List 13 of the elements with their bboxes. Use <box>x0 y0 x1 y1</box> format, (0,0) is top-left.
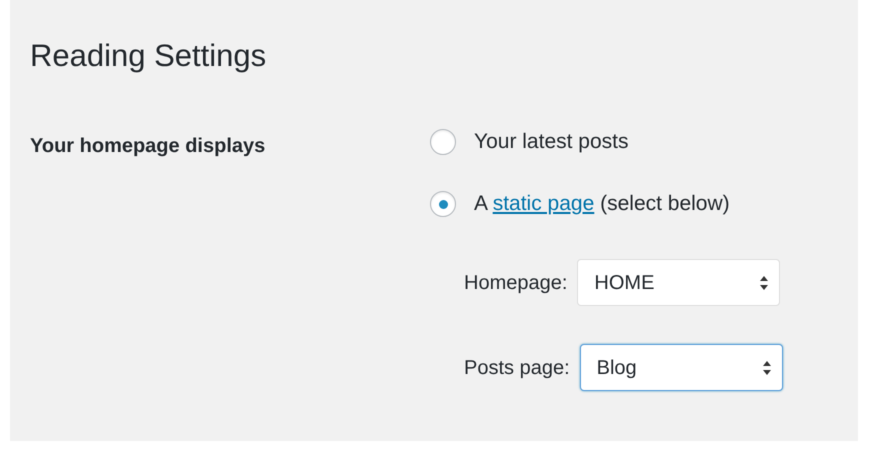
radio-button[interactable] <box>430 129 456 155</box>
radio-button[interactable] <box>430 191 456 217</box>
field-label: Your homepage displays <box>30 135 266 157</box>
dropdown-select[interactable]: HOME <box>577 259 780 306</box>
page-title: Reading Settings <box>30 37 266 75</box>
option-label: A static page (select below) <box>474 191 730 218</box>
up-down-arrows-icon <box>762 360 772 376</box>
select-label: Homepage: <box>464 270 568 296</box>
up-down-arrows-icon <box>759 274 770 290</box>
static-page-link[interactable]: static page <box>492 192 594 216</box>
option-label: Your latest posts <box>474 129 628 156</box>
select-label: Posts page: <box>464 356 570 380</box>
dropdown-select[interactable]: Blog <box>580 344 783 391</box>
